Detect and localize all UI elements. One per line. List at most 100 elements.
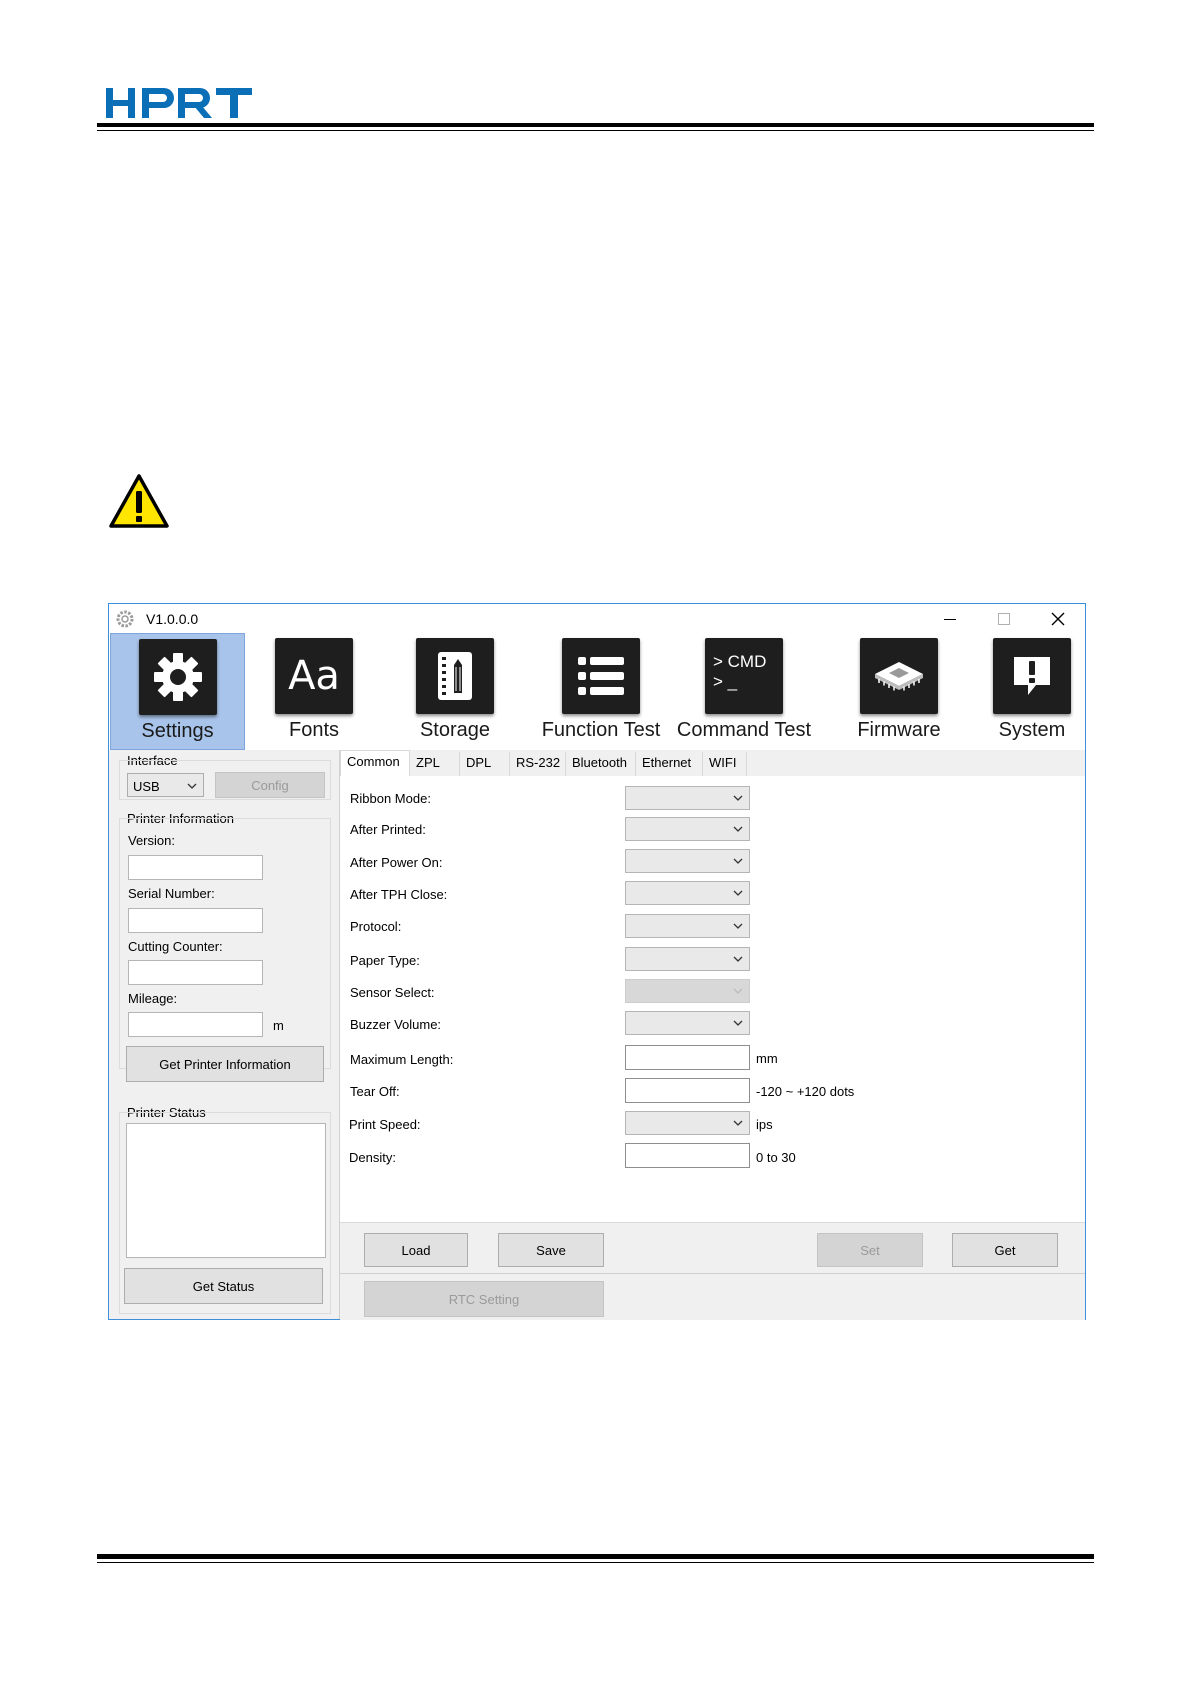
load-button[interactable]: Load: [364, 1233, 468, 1267]
header-rule: [97, 123, 1094, 127]
toolbar-label-function-test: Function Test: [541, 719, 661, 741]
buzzer-volume-label: Buzzer Volume:: [350, 1017, 442, 1032]
application-window: V1.0.0.0 Settings Aa Fonts Storage Funct…: [108, 603, 1086, 1320]
main-toolbar: Settings Aa Fonts Storage Function Test …: [109, 633, 1085, 750]
app-gear-icon: [116, 610, 134, 628]
toolbar-firmware[interactable]: Firmware: [829, 633, 969, 750]
after-printed-select[interactable]: [625, 817, 750, 841]
fonts-icon: Aa: [275, 638, 353, 714]
paper-type-select[interactable]: [625, 947, 750, 971]
toolbar-storage[interactable]: Storage: [395, 633, 515, 750]
printer-status-box[interactable]: [126, 1123, 326, 1258]
chevron-down-icon: [733, 923, 743, 929]
mileage-label: Mileage:: [128, 991, 178, 1006]
sensor-select-select[interactable]: [625, 979, 750, 1003]
tab-common[interactable]: Common: [340, 750, 410, 777]
get-printer-information-button[interactable]: Get Printer Information: [126, 1046, 324, 1082]
serial-number-field[interactable]: [128, 908, 263, 933]
save-button[interactable]: Save: [498, 1233, 604, 1267]
warning-triangle-icon: [109, 474, 169, 528]
mileage-field[interactable]: [128, 1012, 263, 1037]
print-speed-select[interactable]: [625, 1111, 750, 1135]
toolbar-label-command-test: Command Test: [676, 719, 812, 741]
left-panel: Interface USB Config Printer Information…: [109, 750, 340, 1319]
toolbar-settings[interactable]: Settings: [110, 633, 245, 750]
maximum-length-field[interactable]: [625, 1045, 750, 1070]
toolbar-command-test[interactable]: > CMD > _ Command Test: [669, 633, 819, 750]
footer-rule-thin: [97, 1562, 1094, 1563]
maximize-button[interactable]: [977, 604, 1031, 633]
storage-icon: [416, 638, 494, 714]
settings-panel: Common ZPL DPL RS-232 Bluetooth Ethernet…: [340, 750, 1085, 1320]
density-label: Density:: [349, 1150, 396, 1165]
chevron-down-icon: [733, 858, 743, 864]
paper-type-label: Paper Type:: [350, 953, 420, 968]
chevron-down-icon: [733, 956, 743, 962]
toolbar-label-storage: Storage: [419, 719, 491, 741]
after-tph-close-select[interactable]: [625, 881, 750, 905]
get-status-button[interactable]: Get Status: [124, 1268, 323, 1304]
toolbar-fonts[interactable]: Aa Fonts: [259, 633, 369, 750]
minimize-icon: [944, 618, 956, 620]
tear-off-label: Tear Off:: [350, 1084, 400, 1099]
toolbar-label-fonts: Fonts: [288, 719, 340, 741]
common-tab-content: Ribbon Mode: After Printed: After Power …: [340, 776, 1085, 1222]
toolbar-system[interactable]: System: [977, 633, 1087, 750]
title-bar: V1.0.0.0: [109, 604, 1085, 633]
interface-value: USB: [133, 779, 160, 794]
tab-dpl[interactable]: DPL: [460, 752, 510, 776]
fonts-glyph: Aa: [288, 653, 340, 699]
close-button[interactable]: [1031, 604, 1085, 633]
minimize-button[interactable]: [923, 604, 977, 633]
action-bar-divider: [340, 1273, 1085, 1274]
rtc-setting-button[interactable]: RTC Setting: [364, 1281, 604, 1317]
after-power-on-label: After Power On:: [350, 855, 443, 870]
mileage-unit: m: [273, 1018, 284, 1033]
cmd-glyph-line1: > CMD: [713, 652, 767, 671]
after-tph-close-label: After TPH Close:: [350, 887, 448, 902]
print-speed-unit: ips: [756, 1117, 773, 1132]
get-button[interactable]: Get: [952, 1233, 1058, 1267]
print-speed-label: Print Speed:: [349, 1117, 421, 1132]
version-field[interactable]: [128, 855, 263, 880]
chip-icon: [860, 638, 938, 714]
after-power-on-select[interactable]: [625, 849, 750, 873]
tab-bluetooth[interactable]: Bluetooth: [566, 752, 636, 776]
tab-wifi[interactable]: WIFI: [703, 752, 747, 776]
buzzer-volume-select[interactable]: [625, 1011, 750, 1035]
protocol-select[interactable]: [625, 914, 750, 938]
version-label: Version:: [128, 833, 175, 848]
list-icon: [562, 638, 640, 714]
header-rule-thin: [97, 130, 1094, 131]
chevron-down-icon: [733, 1020, 743, 1026]
config-button[interactable]: Config: [215, 772, 325, 798]
toolbar-label-firmware: Firmware: [857, 719, 941, 741]
cutting-counter-field[interactable]: [128, 960, 263, 985]
maximize-icon: [998, 612, 1010, 625]
toolbar-label-system: System: [998, 719, 1066, 741]
action-bar: Load Save Set Get RTC Setting: [340, 1222, 1085, 1320]
chevron-down-icon: [187, 783, 197, 789]
protocol-label: Protocol:: [350, 919, 402, 934]
tab-rs232[interactable]: RS-232: [510, 752, 566, 776]
cmd-icon: > CMD > _: [705, 638, 783, 714]
sensor-select-label: Sensor Select:: [350, 985, 435, 1000]
tab-strip: Common ZPL DPL RS-232 Bluetooth Ethernet…: [340, 750, 1085, 777]
chevron-down-icon: [733, 826, 743, 832]
tab-zpl[interactable]: ZPL: [410, 752, 460, 776]
toolbar-function-test[interactable]: Function Test: [531, 633, 671, 750]
interface-select[interactable]: USB: [127, 773, 204, 797]
tear-off-range: -120 ~ +120 dots: [756, 1084, 855, 1099]
window-title: V1.0.0.0: [146, 611, 199, 627]
set-button[interactable]: Set: [817, 1233, 923, 1267]
after-printed-label: After Printed:: [350, 822, 426, 837]
tab-ethernet[interactable]: Ethernet: [636, 752, 703, 776]
cutting-counter-label: Cutting Counter:: [128, 939, 223, 954]
alert-bubble-icon: [993, 638, 1071, 714]
ribbon-mode-select[interactable]: [625, 786, 750, 810]
toolbar-label-settings: Settings: [141, 720, 214, 742]
ribbon-mode-label: Ribbon Mode:: [350, 791, 431, 806]
maximum-length-unit: mm: [756, 1051, 778, 1066]
density-field[interactable]: [625, 1143, 750, 1168]
tear-off-field[interactable]: [625, 1078, 750, 1103]
